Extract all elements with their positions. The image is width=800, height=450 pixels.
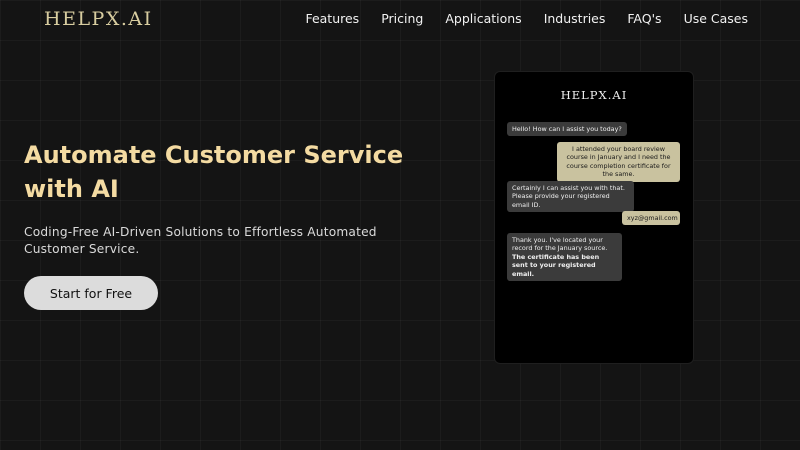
start-for-free-button[interactable]: Start for Free bbox=[24, 276, 158, 310]
chat-bot-message-bold-text: The certificate has been sent to your re… bbox=[512, 252, 600, 278]
chat-bot-message: Hello! How can I assist you today? bbox=[507, 122, 627, 137]
nav-item-pricing[interactable]: Pricing bbox=[381, 11, 423, 26]
chat-bot-message-text: Thank you. I've located your record for … bbox=[512, 236, 608, 253]
chat-demo-title: HELPX.AI bbox=[560, 88, 628, 102]
main-nav: Features Pricing Applications Industries… bbox=[305, 11, 748, 26]
nav-item-use-cases[interactable]: Use Cases bbox=[684, 11, 748, 26]
hero-headline-line-2: with AI bbox=[24, 175, 119, 203]
chat-user-message: I attended your board review course in J… bbox=[557, 142, 680, 182]
chat-user-message: xyz@gmail.com bbox=[622, 211, 680, 226]
chat-demo-phone: HELPX.AI Hello! How can I assist you tod… bbox=[495, 72, 693, 363]
hero-headline: Automate Customer Service with AI bbox=[24, 138, 444, 206]
nav-item-features[interactable]: Features bbox=[305, 11, 359, 26]
nav-item-industries[interactable]: Industries bbox=[544, 11, 606, 26]
hero-subtitle: Coding-Free AI-Driven Solutions to Effor… bbox=[24, 225, 377, 256]
nav-item-faqs[interactable]: FAQ's bbox=[627, 11, 661, 26]
top-navigation-bar: HELPX.AI Features Pricing Applications I… bbox=[0, 0, 800, 42]
hero-headline-line-1: Automate Customer Service bbox=[24, 141, 404, 169]
chat-bot-message: Thank you. I've located your record for … bbox=[507, 233, 622, 282]
nav-item-applications[interactable]: Applications bbox=[445, 11, 521, 26]
brand-logo[interactable]: HELPX.AI bbox=[44, 8, 153, 30]
chat-bot-message: Certainly I can assist you with that. Pl… bbox=[507, 181, 634, 213]
